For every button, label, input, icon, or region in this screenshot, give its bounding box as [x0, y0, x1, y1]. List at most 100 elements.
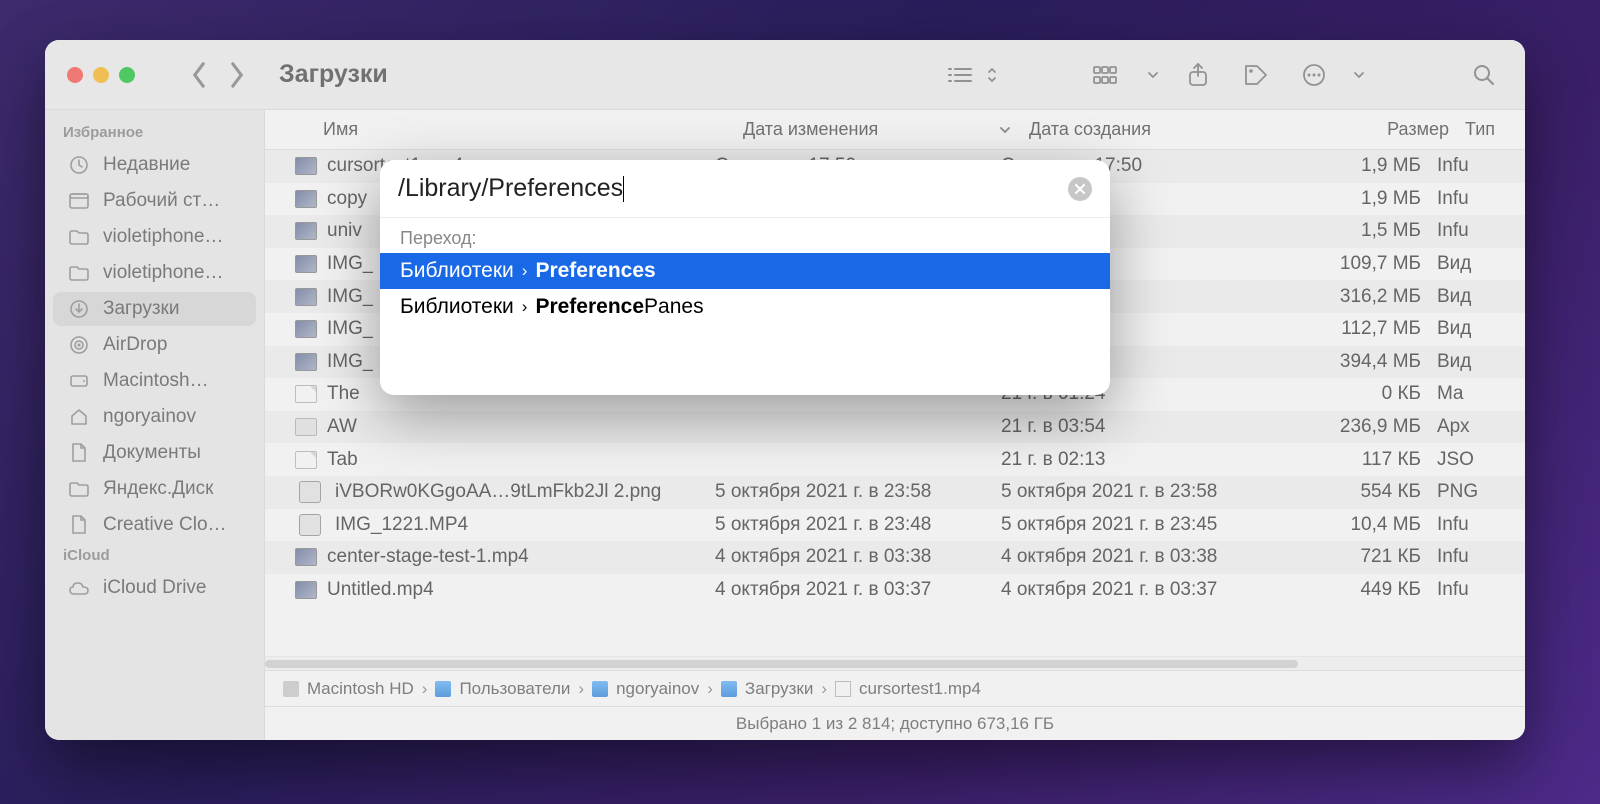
file-icon	[295, 581, 317, 599]
file-type: JSO	[1437, 449, 1497, 471]
go-to-suggestion-item[interactable]: Библиотеки›Preferences	[380, 253, 1110, 289]
file-created: 4 октября 2021 г. в 03:38	[1001, 546, 1287, 568]
file-type: Infu	[1437, 188, 1497, 210]
sidebar-item[interactable]: AirDrop	[53, 328, 256, 362]
sidebar-item[interactable]: Creative Clo…	[53, 508, 256, 542]
sidebar-item[interactable]: ngoryainov	[53, 400, 256, 434]
file-type: Infu	[1437, 579, 1497, 601]
list-view-button[interactable]	[941, 56, 979, 94]
file-name: IMG_	[327, 351, 373, 373]
column-header-size[interactable]: Размер	[1315, 119, 1465, 140]
file-icon	[295, 157, 317, 175]
sidebar-item[interactable]: Недавние	[53, 148, 256, 182]
file-row[interactable]: IMG_1221.MP4 5 октября 2021 г. в 23:485 о…	[265, 509, 1525, 542]
pathbar-item[interactable]: ngoryainov	[616, 679, 699, 699]
pathbar-item[interactable]: Пользователи	[459, 679, 570, 699]
file-icon	[295, 548, 317, 566]
horizontal-scrollbar[interactable]	[265, 656, 1525, 670]
file-name: IMG_	[327, 286, 373, 308]
pathbar-icon	[721, 681, 737, 697]
file-name: The	[327, 383, 360, 405]
file-icon	[295, 320, 317, 338]
sidebar-item[interactable]: Документы	[53, 436, 256, 470]
sidebar-item-label: Документы	[103, 442, 201, 464]
column-header-created[interactable]: Дата создания	[1029, 119, 1315, 140]
file-row[interactable]: Untitled.mp44 октября 2021 г. в 03:374 о…	[265, 574, 1525, 607]
file-size: 0 КБ	[1287, 383, 1437, 405]
file-row[interactable]: center-stage-test-1.mp44 октября 2021 г.…	[265, 541, 1525, 574]
file-size: 1,5 МБ	[1287, 220, 1437, 242]
window-title: Загрузки	[279, 60, 388, 89]
airdrop-icon	[67, 333, 91, 357]
file-created: 4 октября 2021 г. в 03:37	[1001, 579, 1287, 601]
file-size: 316,2 МБ	[1287, 286, 1437, 308]
sidebar-item[interactable]: iCloud Drive	[53, 571, 256, 605]
file-row[interactable]: iVBORw0KGgoAA…9tLmFkb2Jl 2.png5 октября …	[265, 476, 1525, 509]
group-by-caret-icon[interactable]	[1147, 56, 1159, 94]
file-icon	[295, 353, 317, 371]
sidebar-item[interactable]: Загрузки	[53, 292, 256, 326]
column-header-modified[interactable]: Дата изменения	[743, 119, 1029, 140]
document-icon	[67, 513, 91, 537]
file-row[interactable]: AW21 г. в 03:54236,9 МБАрх	[265, 411, 1525, 444]
group-by-button[interactable]	[1089, 56, 1127, 94]
sidebar-item[interactable]: Рабочий ст…	[53, 184, 256, 218]
go-to-path-input[interactable]: /Library/Preferences	[398, 174, 1068, 203]
column-header-name[interactable]: Имя	[323, 119, 743, 140]
file-icon	[295, 288, 317, 306]
file-type: PNG	[1437, 481, 1497, 503]
file-icon	[299, 514, 321, 536]
share-button[interactable]	[1179, 56, 1217, 94]
back-button[interactable]	[185, 61, 213, 89]
chevron-right-icon: ›	[707, 679, 713, 699]
file-row[interactable]: Tab21 г. в 02:13117 КБJSO	[265, 443, 1525, 476]
file-size: 1,9 МБ	[1287, 155, 1437, 177]
file-size: 394,4 МБ	[1287, 351, 1437, 373]
file-modified: 5 октября 2021 г. в 23:48	[715, 514, 1001, 536]
fullscreen-window-button[interactable]	[119, 67, 135, 83]
go-to-suggestions-list: Библиотеки›PreferencesБиблиотеки›Prefere…	[380, 253, 1110, 395]
file-created: 5 октября 2021 г. в 23:45	[1001, 514, 1287, 536]
sidebar-item[interactable]: Яндекс.Диск	[53, 472, 256, 506]
file-name: IMG_1221.MP4	[335, 514, 468, 536]
column-header-type[interactable]: Тип	[1465, 119, 1525, 140]
action-menu-caret-icon[interactable]	[1353, 56, 1365, 94]
file-size: 10,4 МБ	[1287, 514, 1437, 536]
folder-icon	[67, 261, 91, 285]
sidebar-item-label: AirDrop	[103, 334, 167, 356]
chevron-right-icon: ›	[522, 297, 528, 317]
document-icon	[67, 441, 91, 465]
sidebar-item-label: iCloud Drive	[103, 577, 206, 599]
sidebar-item[interactable]: violetiphone…	[53, 220, 256, 254]
forward-button[interactable]	[223, 61, 251, 89]
file-modified: 4 октября 2021 г. в 03:38	[715, 546, 1001, 568]
file-icon	[295, 385, 317, 403]
file-type: Вид	[1437, 351, 1497, 373]
sidebar-item[interactable]: violetiphone…	[53, 256, 256, 290]
minimize-window-button[interactable]	[93, 67, 109, 83]
tags-button[interactable]	[1237, 56, 1275, 94]
pathbar-item[interactable]: Macintosh HD	[307, 679, 414, 699]
pathbar-item[interactable]: cursortest1.mp4	[859, 679, 981, 699]
sidebar-item-label: violetiphone…	[103, 226, 223, 248]
close-window-button[interactable]	[67, 67, 83, 83]
sidebar-item-label: Creative Clo…	[103, 514, 227, 536]
search-button[interactable]	[1465, 56, 1503, 94]
clear-input-button[interactable]	[1068, 177, 1092, 201]
file-name: AW	[327, 416, 357, 438]
sidebar-item-label: violetiphone…	[103, 262, 223, 284]
file-icon	[299, 481, 321, 503]
file-size: 1,9 МБ	[1287, 188, 1437, 210]
view-options-caret-icon[interactable]	[985, 56, 999, 94]
go-to-suggestion-item[interactable]: Библиотеки›PreferencePanes	[380, 289, 1110, 325]
file-icon	[295, 451, 317, 469]
pathbar-icon	[592, 681, 608, 697]
pathbar-icon	[283, 681, 299, 697]
folder-icon	[67, 225, 91, 249]
pathbar-item[interactable]: Загрузки	[745, 679, 813, 699]
sidebar-item[interactable]: Macintosh…	[53, 364, 256, 398]
action-menu-button[interactable]	[1295, 56, 1333, 94]
titlebar: Загрузки	[45, 40, 1525, 110]
file-size: 112,7 МБ	[1287, 318, 1437, 340]
file-type: Infu	[1437, 220, 1497, 242]
